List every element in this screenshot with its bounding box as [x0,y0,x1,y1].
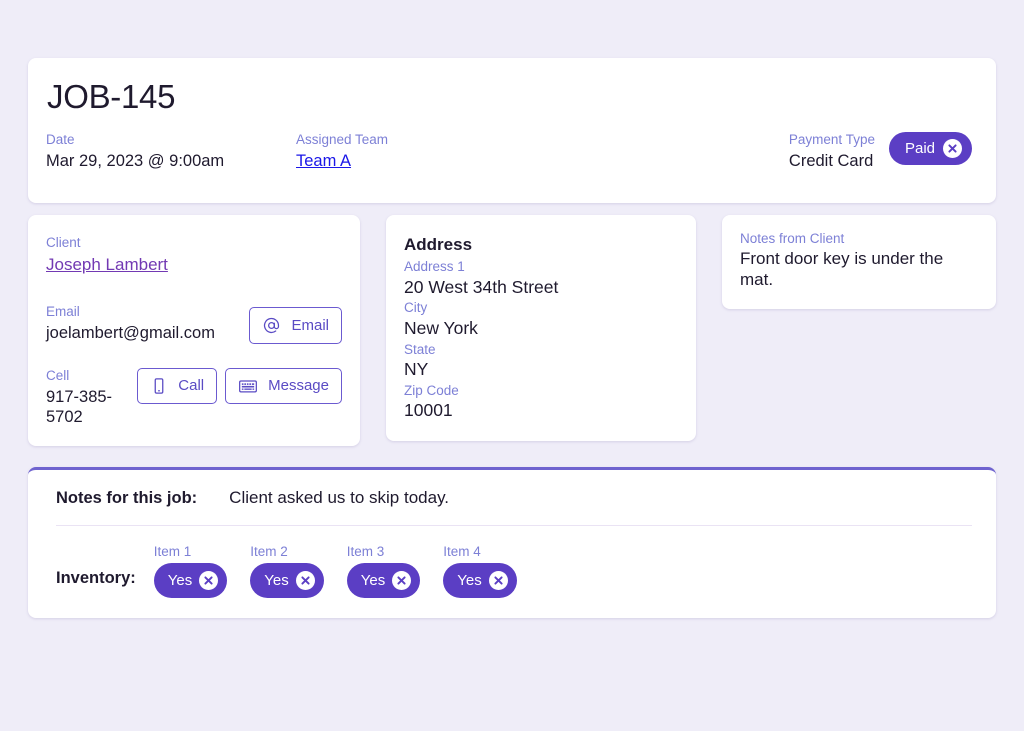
cell-value: 917-385-5702 [46,387,113,427]
cell-block: Cell 917-385-5702 Call Message [46,367,342,428]
address-state: State NY [404,341,678,381]
mobile-phone-icon [150,377,168,395]
close-circle-icon[interactable] [488,570,508,590]
inventory-items: Item 1 Yes Item 2 Yes Item 3 Yes Item 4 … [153,543,517,598]
close-circle-icon[interactable] [392,570,412,590]
close-circle-icon[interactable] [199,570,219,590]
inventory-item-label: Item 4 [443,543,481,559]
message-button[interactable]: Message [225,367,342,404]
inventory-item: Item 4 Yes [443,543,517,598]
email-field: Email joelambert@gmail.com [46,304,215,344]
email-label: Email [46,303,80,319]
inventory-row: Inventory: Item 1 Yes Item 2 Yes Item 3 … [56,526,972,598]
email-block: Email joelambert@gmail.com Email [46,304,342,344]
payment-type-value: Credit Card [788,151,874,170]
inventory-item: Item 2 Yes [250,543,324,598]
address-line-1: Address 1 20 West 34th Street [404,258,678,298]
inventory-item: Item 1 Yes [153,543,228,598]
zip-label: Zip Code [404,382,459,398]
address-zip: Zip Code 10001 [404,382,678,422]
at-sign-icon [262,316,281,335]
assigned-team-link[interactable]: Team A [296,152,351,170]
address1-label: Address 1 [404,259,465,274]
date-label: Date [46,131,75,147]
city-label: City [404,300,428,316]
inventory-label: Inventory: [56,568,136,587]
client-name-link[interactable]: Joseph Lambert [46,255,168,274]
email-button[interactable]: Email [249,306,342,344]
inventory-item-chip[interactable]: Yes [443,562,517,598]
client-notes-value: Front door key is under the mat. [740,249,944,290]
zip-value: 10001 [404,400,453,421]
job-notes-value: Client asked us to skip today. [229,487,450,507]
job-detail-page: JOB-145 Date Mar 29, 2023 @ 9:00am Assig… [0,0,1024,731]
payment-type-label: Payment Type [788,131,875,147]
page-title: JOB-145 [47,78,176,115]
close-circle-icon[interactable] [943,138,962,158]
city-value: New York [404,317,478,338]
message-button-label: Message [268,377,329,395]
call-button-label: Call [178,377,205,395]
inventory-item-value: Yes [457,571,482,589]
keyboard-icon [238,377,258,395]
cell-actions: Call Message [137,367,342,404]
job-notes-label: Notes for this job: [56,488,198,507]
state-value: NY [404,359,429,380]
address-card: Address Address 1 20 West 34th Street Ci… [386,215,696,442]
paid-status-badge[interactable]: Paid [888,131,972,165]
date-field: Date Mar 29, 2023 @ 9:00am [46,132,296,172]
inventory-item: Item 3 Yes [346,543,421,598]
payment-type-field: Payment Type Credit Card [789,132,875,172]
job-header-fields: Date Mar 29, 2023 @ 9:00am Assigned Team… [46,131,972,172]
inventory-item-value: Yes [167,571,193,589]
cell-field: Cell 917-385-5702 [46,368,127,428]
client-field: Client Joseph Lambert [46,235,342,276]
client-label: Client [46,235,81,250]
inventory-item-chip[interactable]: Yes [153,562,228,598]
email-button-label: Email [291,316,329,334]
call-button[interactable]: Call [137,367,218,404]
inventory-item-chip[interactable]: Yes [250,562,324,598]
email-value: joelambert@gmail.com [46,323,215,342]
inventory-item-value: Yes [264,571,289,589]
inventory-item-value: Yes [360,571,386,589]
client-notes-label: Notes from Client [740,231,845,246]
job-header-card: JOB-145 Date Mar 29, 2023 @ 9:00am Assig… [28,58,996,203]
close-circle-icon[interactable] [295,570,315,590]
date-value: Mar 29, 2023 @ 9:00am [46,151,225,170]
details-row: Client Joseph Lambert Email joelambert@g… [28,215,996,446]
address-card-title: Address [404,235,473,254]
state-label: State [404,341,436,357]
address1-value: 20 West 34th Street [404,276,559,297]
client-notes-card: Notes from Client Front door key is unde… [722,215,996,309]
assigned-team-field: Assigned Team Team A [296,132,596,172]
job-notes-inventory-card: Notes for this job: Client asked us to s… [28,466,996,618]
cell-label: Cell [46,367,70,383]
address-city: City New York [404,299,678,339]
job-notes-row: Notes for this job: Client asked us to s… [56,470,972,526]
inventory-item-label: Item 2 [250,543,288,559]
assigned-team-label: Assigned Team [296,131,389,147]
paid-badge-label: Paid [904,139,935,157]
inventory-item-label: Item 1 [153,543,192,559]
inventory-item-chip[interactable]: Yes [346,562,421,598]
client-card: Client Joseph Lambert Email joelambert@g… [28,215,360,446]
payment-section: Payment Type Credit Card Paid [789,131,972,172]
inventory-item-label: Item 3 [346,543,385,559]
